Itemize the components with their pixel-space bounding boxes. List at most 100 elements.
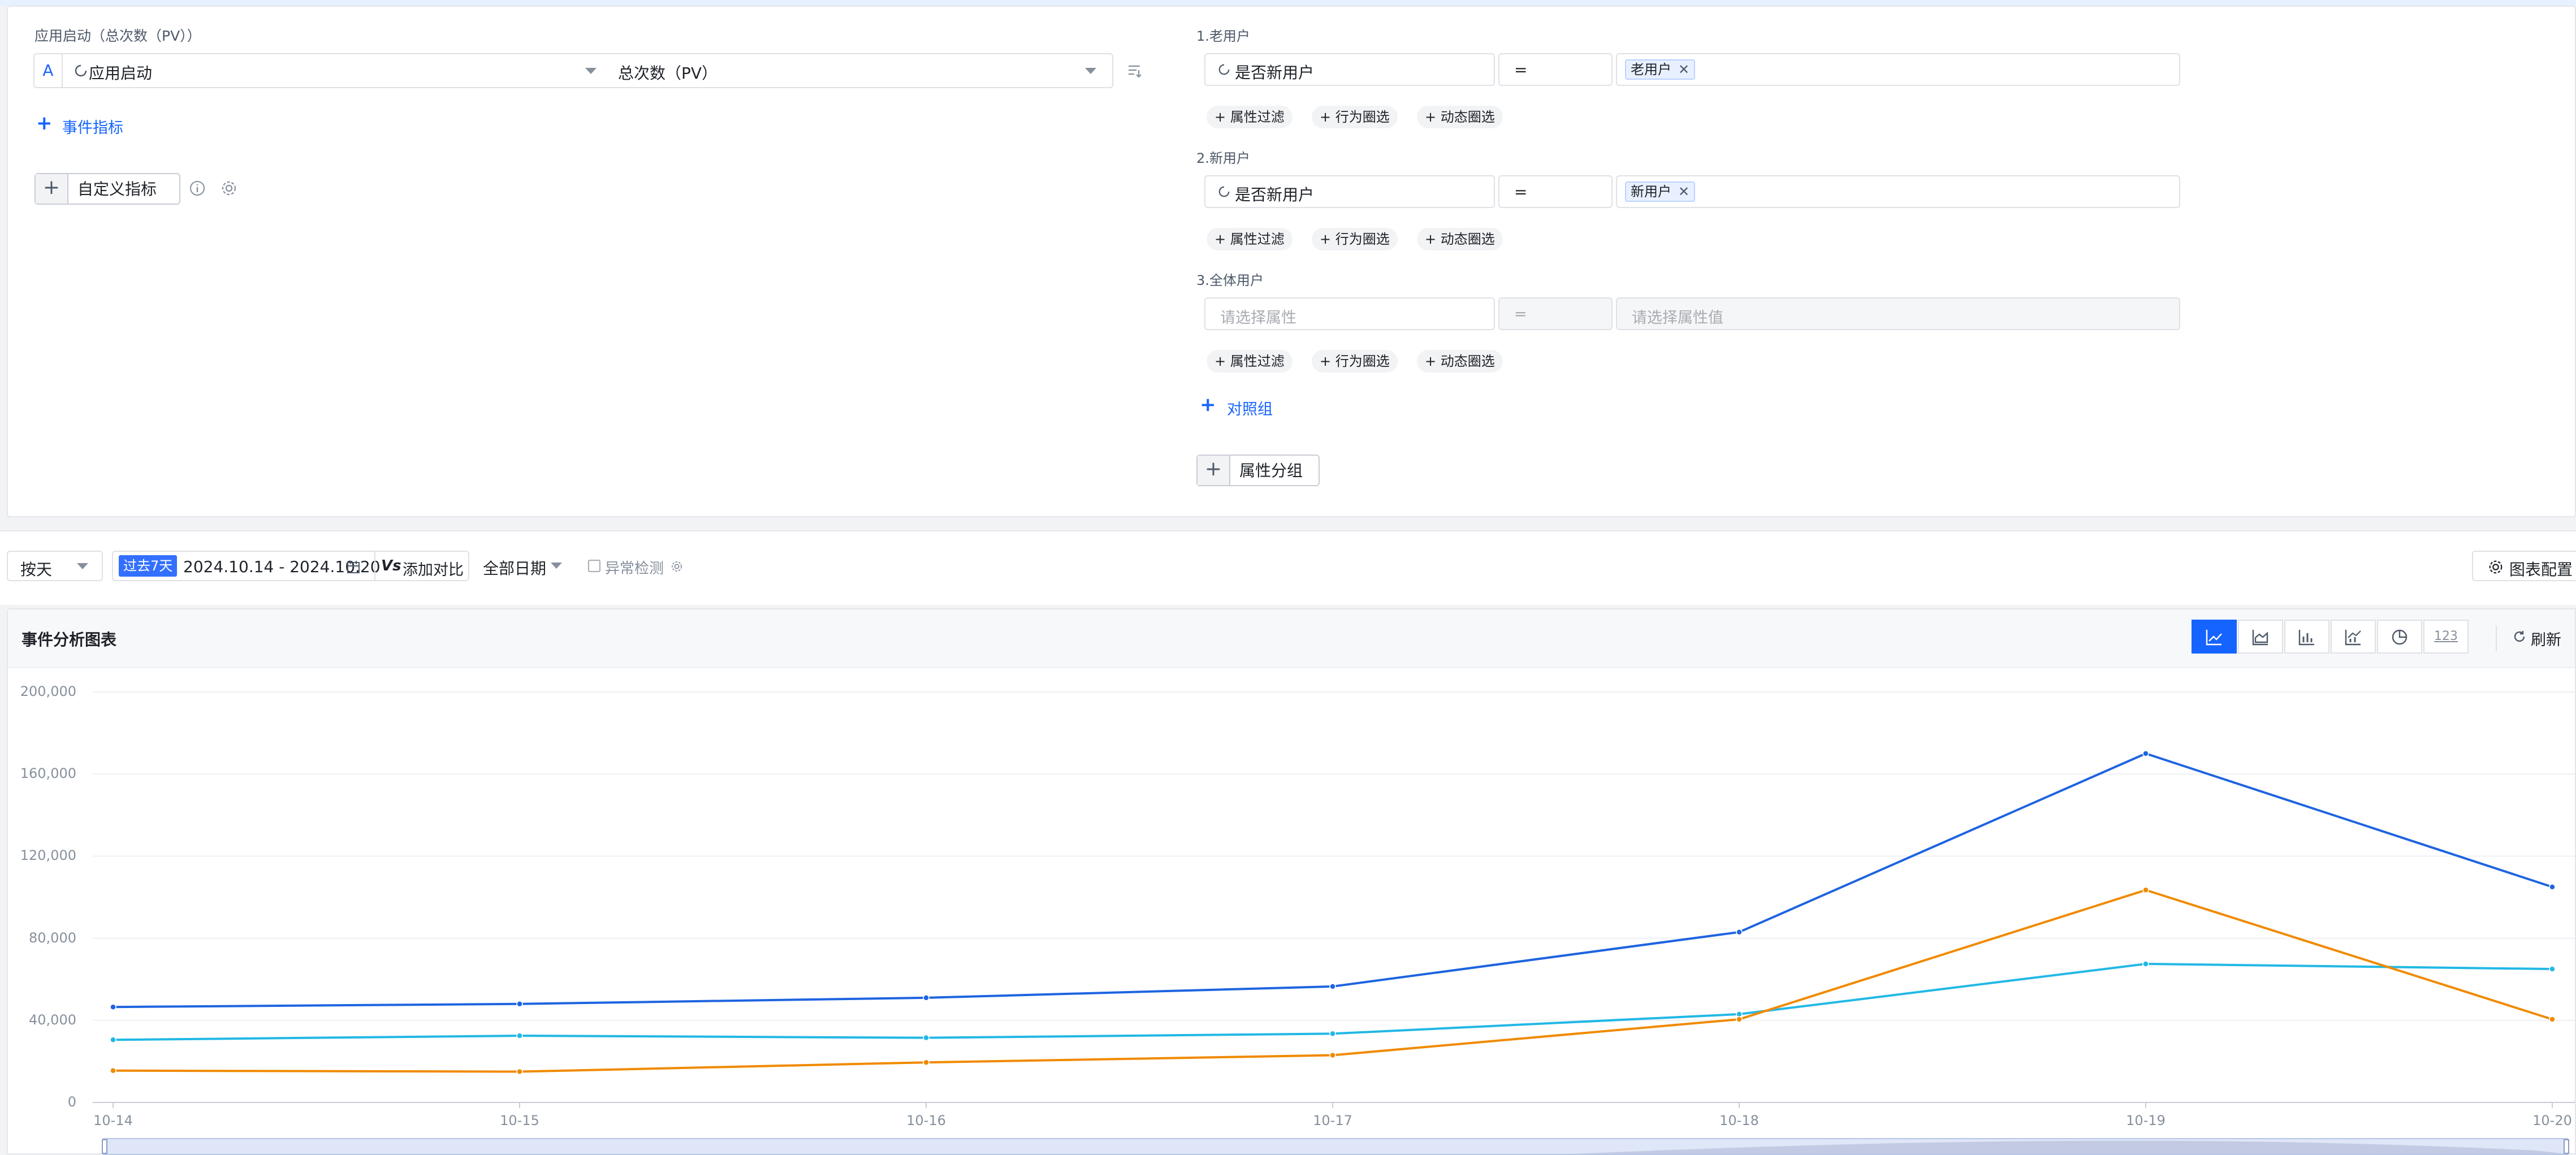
anomaly-checkbox[interactable]	[588, 560, 600, 572]
operator-value: =	[1514, 60, 1528, 79]
filter-chip-behavior[interactable]: + 行为圈选	[1312, 228, 1398, 250]
chart-card-title: 事件分析图表	[21, 630, 117, 649]
metric-letter: A	[34, 54, 63, 87]
add-group-plus-icon[interactable]: +	[1200, 393, 1216, 416]
range-slider[interactable]	[102, 1138, 2569, 1155]
filter-chip-dynamic[interactable]: + 动态圈选	[1417, 350, 1503, 373]
series-3-point[interactable]	[1329, 1052, 1336, 1059]
area-chart-type-button[interactable]	[2238, 620, 2283, 654]
series-2-point[interactable]	[1329, 1030, 1336, 1037]
series-2-point[interactable]	[110, 1036, 116, 1044]
series-1-point[interactable]	[2549, 884, 2556, 890]
value-tag-label: 老用户	[1631, 62, 1671, 77]
property-select[interactable]: 是否新用户	[1204, 53, 1495, 86]
filter-chip-attr[interactable]: + 属性过滤	[1207, 228, 1293, 250]
value-tag[interactable]: 新用户 ✕	[1625, 181, 1696, 202]
metric-section-label: 应用启动（总次数（PV））	[34, 28, 201, 44]
property-select[interactable]: 请选择属性	[1204, 297, 1495, 330]
filter-chip-attr[interactable]: + 属性过滤	[1207, 106, 1293, 128]
refresh-button[interactable]: 刷新	[2510, 620, 2573, 654]
series-1-point[interactable]	[516, 1001, 523, 1007]
series-3-point[interactable]	[110, 1067, 116, 1074]
value-input[interactable]: 新用户 ✕	[1616, 175, 2180, 208]
value-tag[interactable]: 老用户 ✕	[1625, 59, 1696, 80]
series-1-point[interactable]	[110, 1003, 116, 1010]
series-line-1[interactable]	[113, 752, 2553, 1009]
series-3-point[interactable]	[923, 1059, 930, 1066]
series-3-point[interactable]	[2549, 1016, 2556, 1023]
measure-name: 总次数（PV）	[618, 64, 718, 83]
series-2-point[interactable]	[2142, 961, 2149, 967]
close-icon[interactable]: ✕	[1678, 184, 1689, 200]
operator-select: =	[1498, 297, 1613, 330]
y-axis-tick-label: 0	[67, 1094, 76, 1110]
chevron-down-icon	[77, 563, 88, 569]
series-2-point[interactable]	[923, 1034, 930, 1041]
series-2-point[interactable]	[516, 1032, 523, 1039]
metric-row: A 应用启动 总次数（PV）	[33, 53, 1113, 88]
y-axis-tick-label: 160,000	[20, 765, 76, 782]
top-strip	[0, 0, 2576, 6]
number-chart-type-button[interactable]: 123	[2423, 620, 2469, 654]
chevron-down-icon	[551, 563, 562, 569]
gear-icon	[2489, 560, 2502, 574]
operator-value: =	[1514, 305, 1527, 323]
series-2-point[interactable]	[2549, 966, 2556, 972]
series-line-2[interactable]	[113, 962, 2553, 1041]
series-line-3[interactable]	[113, 889, 2553, 1073]
calendar-icon	[347, 561, 360, 573]
add-comparison-group-link[interactable]: 对照组	[1227, 397, 1273, 419]
analysis-config-panel: 应用启动（总次数（PV）） A 应用启动 总次数（PV） + 事件指标 + 自定…	[7, 6, 2576, 517]
date-preset-badge: 过去7天	[119, 555, 178, 577]
event-analysis-chart-card: 事件分析图表 123 刷新 200,000 160,000 120,000 80,00…	[7, 608, 2576, 1155]
combo-chart-type-button[interactable]	[2331, 620, 2376, 654]
filter-chip-behavior[interactable]: + 行为圈选	[1312, 106, 1398, 128]
add-compare-label: 添加对比	[403, 561, 464, 579]
line-chart-type-button[interactable]	[2192, 620, 2237, 654]
gear-icon	[672, 561, 682, 572]
bar-chart-type-button[interactable]	[2284, 620, 2329, 654]
event-select[interactable]: 应用启动	[70, 54, 612, 87]
anomaly-detection-toggle[interactable]: 异常检测	[588, 551, 701, 581]
x-axis-tick-label: 10-19	[2126, 1113, 2166, 1128]
series-1-point[interactable]	[2142, 750, 2149, 757]
range-slider-right-handle[interactable]	[2564, 1139, 2569, 1154]
x-axis-tick-label: 10-14	[93, 1113, 133, 1128]
date-range-picker[interactable]: 过去7天 2024.10.14 - 2024.10.20 Vs 添加对比	[112, 551, 469, 581]
add-event-metric-link[interactable]: 事件指标	[62, 115, 123, 137]
group-title: 1.老用户	[1196, 28, 1250, 44]
gear-icon[interactable]	[221, 180, 237, 197]
series-3-point[interactable]	[2142, 886, 2149, 894]
filter-chip-attr[interactable]: + 属性过滤	[1207, 350, 1293, 373]
measure-select[interactable]: 总次数（PV）	[600, 54, 1109, 87]
property-select[interactable]: 是否新用户	[1204, 175, 1495, 208]
day-filter-select[interactable]: 全部日期	[483, 551, 573, 581]
series-1-point[interactable]	[923, 994, 930, 1001]
group-title: 2.新用户	[1196, 150, 1250, 166]
range-slider-left-handle[interactable]	[102, 1139, 107, 1154]
filter-chip-behavior[interactable]: + 行为圈选	[1312, 350, 1398, 373]
add-event-plus-icon[interactable]: +	[36, 112, 53, 135]
chart-config-button[interactable]: 图表配置	[2472, 551, 2576, 581]
x-axis-tick-label: 10-20	[2532, 1113, 2572, 1128]
pie-chart-type-button[interactable]	[2377, 620, 2422, 654]
series-1-point[interactable]	[1736, 928, 1743, 936]
info-icon[interactable]	[189, 180, 206, 197]
close-icon[interactable]: ✕	[1678, 62, 1689, 77]
series-1-point[interactable]	[1329, 983, 1336, 990]
granularity-select[interactable]: 按天	[7, 551, 103, 581]
series-3-point[interactable]	[1736, 1016, 1743, 1023]
operator-select[interactable]: =	[1498, 175, 1613, 208]
filter-chip-dynamic[interactable]: + 动态圈选	[1417, 228, 1503, 250]
operator-value: =	[1514, 183, 1528, 201]
custom-metric-button[interactable]: + 自定义指标	[34, 173, 180, 205]
day-filter-value: 全部日期	[483, 559, 547, 578]
bar-chart-icon	[2298, 630, 2314, 646]
sort-icon[interactable]	[1126, 62, 1143, 79]
filter-chip-dynamic[interactable]: + 动态圈选	[1417, 106, 1503, 128]
property-group-button[interactable]: + 属性分组	[1196, 455, 1320, 486]
y-axis-tick-label: 40,000	[29, 1011, 76, 1028]
operator-select[interactable]: =	[1498, 53, 1613, 86]
series-3-point[interactable]	[516, 1068, 523, 1075]
value-input[interactable]: 老用户 ✕	[1616, 53, 2180, 86]
